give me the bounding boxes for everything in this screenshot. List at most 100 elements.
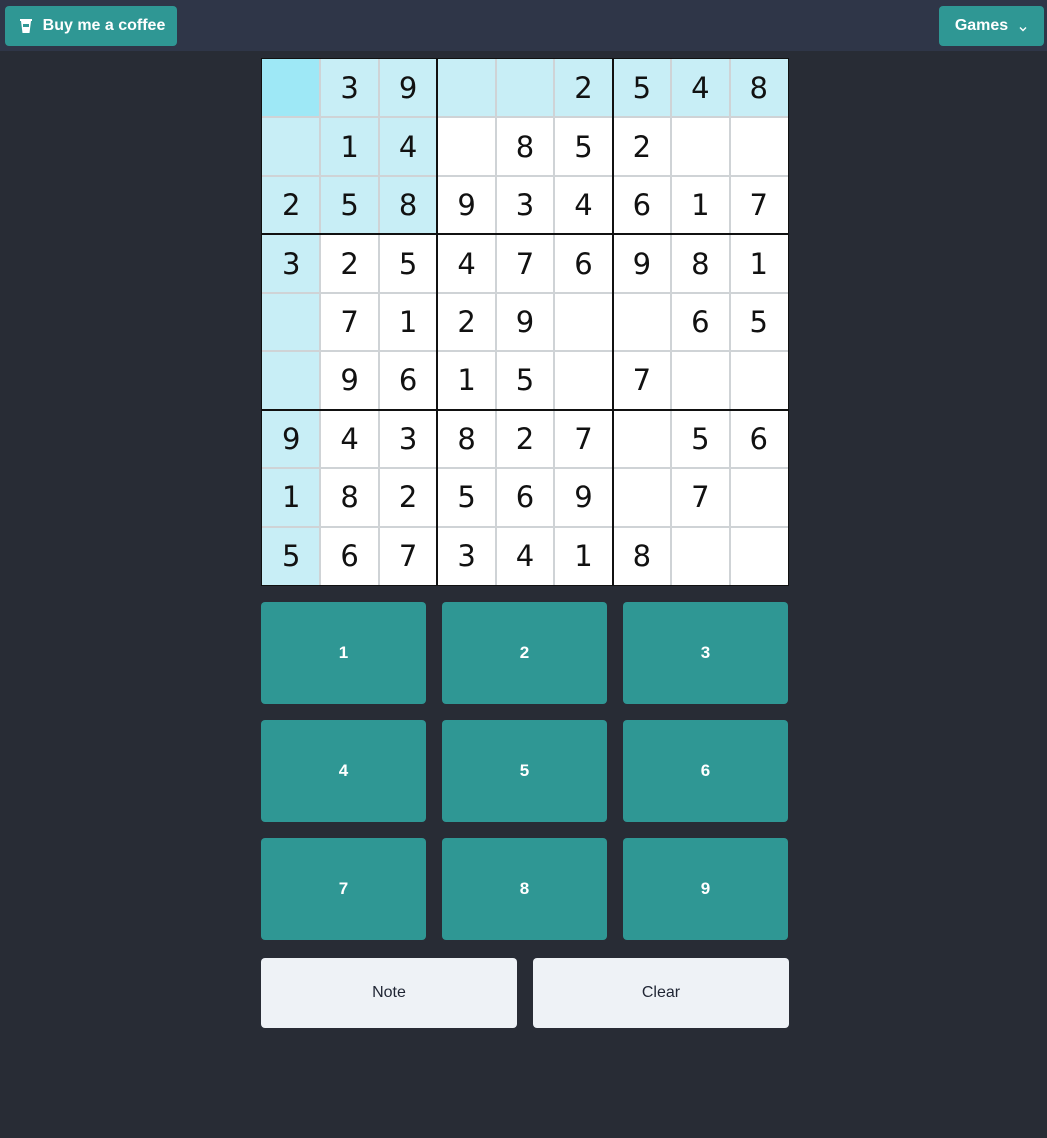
sudoku-cell[interactable] [262,292,321,352]
sudoku-cell[interactable] [554,351,612,409]
cell-divider [262,291,788,294]
sudoku-cell[interactable]: 6 [496,468,554,526]
sudoku-cell[interactable]: 9 [613,234,671,292]
sudoku-cell[interactable]: 9 [554,468,612,526]
number-button[interactable]: 8 [442,838,607,940]
number-button[interactable]: 2 [442,602,607,704]
sudoku-cell[interactable] [262,59,321,118]
sudoku-cell[interactable]: 3 [379,410,437,468]
sudoku-cell[interactable]: 5 [379,234,437,292]
sudoku-cell[interactable]: 7 [613,351,671,409]
sudoku-cell[interactable]: 8 [437,410,495,468]
sudoku-cell[interactable] [437,117,495,175]
sudoku-cell[interactable]: 7 [730,176,788,234]
sudoku-cell[interactable] [730,527,788,585]
note-button[interactable]: Note [261,958,517,1028]
sudoku-cell[interactable]: 6 [730,410,788,468]
sudoku-cell[interactable]: 4 [437,234,495,292]
sudoku-cell[interactable]: 1 [671,176,729,234]
number-button[interactable]: 4 [261,720,426,822]
sudoku-cell[interactable]: 7 [320,293,378,351]
sudoku-cell[interactable]: 8 [496,117,554,175]
sudoku-cell[interactable]: 5 [437,468,495,526]
sudoku-cell[interactable]: 7 [554,410,612,468]
sudoku-cell[interactable]: 9 [437,176,495,234]
sudoku-cell[interactable] [671,351,729,409]
sudoku-cell[interactable]: 5 [730,293,788,351]
number-button[interactable]: 3 [623,602,788,704]
sudoku-cell[interactable] [613,293,671,351]
buy-me-a-coffee-button[interactable]: Buy me a coffee [5,6,177,46]
top-bar: Buy me a coffee Games [0,0,1047,51]
sudoku-cell[interactable]: 5 [554,117,612,175]
sudoku-cell[interactable]: 2 [613,117,671,175]
cell-divider [494,59,497,585]
sudoku-cell[interactable]: 4 [378,117,438,176]
sudoku-cell[interactable]: 7 [379,527,437,585]
sudoku-cell[interactable]: 4 [320,410,378,468]
cell-divider [262,174,788,177]
sudoku-cell[interactable]: 8 [320,468,378,526]
sudoku-cell[interactable] [495,59,555,118]
sudoku-cell[interactable]: 9 [378,59,438,118]
sudoku-cell[interactable]: 6 [320,527,378,585]
sudoku-cell[interactable]: 1 [320,117,379,176]
sudoku-cell[interactable]: 5 [262,526,321,585]
sudoku-cell[interactable]: 1 [262,468,321,527]
sudoku-cell[interactable]: 3 [437,527,495,585]
sudoku-cell[interactable]: 1 [437,351,495,409]
sudoku-cell[interactable]: 3 [262,234,321,293]
sudoku-cell[interactable]: 8 [671,234,729,292]
games-menu-button[interactable]: Games [939,6,1044,46]
sudoku-cell[interactable]: 5 [320,175,379,235]
number-button[interactable]: 6 [623,720,788,822]
sudoku-cell[interactable]: 9 [320,351,378,409]
sudoku-cell[interactable]: 1 [379,293,437,351]
sudoku-cell[interactable] [730,117,788,175]
sudoku-cell[interactable]: 2 [496,410,554,468]
number-button[interactable]: 5 [442,720,607,822]
sudoku-cell[interactable]: 9 [496,293,554,351]
sudoku-cell[interactable]: 2 [320,234,378,292]
sudoku-cell[interactable] [671,117,729,175]
clear-button[interactable]: Clear [533,958,789,1028]
sudoku-cell[interactable] [613,410,671,468]
sudoku-cell[interactable]: 6 [671,293,729,351]
cell-divider [262,525,788,528]
cell-divider [262,467,788,470]
sudoku-cell[interactable] [671,527,729,585]
sudoku-cell[interactable]: 7 [671,468,729,526]
number-button[interactable]: 1 [261,602,426,704]
sudoku-cell[interactable]: 5 [612,59,672,118]
sudoku-cell[interactable] [262,351,321,410]
sudoku-cell[interactable]: 3 [496,176,554,234]
sudoku-cell[interactable]: 1 [554,527,612,585]
sudoku-cell[interactable]: 1 [730,234,788,292]
sudoku-cell[interactable]: 4 [554,176,612,234]
sudoku-cell[interactable] [554,293,612,351]
sudoku-cell[interactable] [613,468,671,526]
sudoku-cell[interactable]: 5 [671,410,729,468]
sudoku-cell[interactable]: 4 [671,59,730,118]
sudoku-cell[interactable]: 7 [496,234,554,292]
sudoku-cell[interactable] [730,468,788,526]
sudoku-cell[interactable]: 2 [437,293,495,351]
number-button[interactable]: 9 [623,838,788,940]
sudoku-cell[interactable]: 2 [262,175,321,235]
sudoku-cell[interactable]: 6 [379,351,437,409]
sudoku-cell[interactable]: 6 [613,176,671,234]
sudoku-cell[interactable]: 3 [320,59,379,118]
sudoku-cell[interactable]: 6 [554,234,612,292]
sudoku-cell[interactable] [437,59,496,118]
sudoku-cell[interactable]: 8 [729,59,788,118]
sudoku-cell[interactable]: 8 [378,175,438,235]
sudoku-cell[interactable]: 5 [496,351,554,409]
sudoku-cell[interactable] [262,117,321,176]
sudoku-cell[interactable]: 9 [262,409,321,469]
sudoku-cell[interactable]: 2 [554,59,613,118]
number-button[interactable]: 7 [261,838,426,940]
sudoku-cell[interactable]: 4 [496,527,554,585]
sudoku-cell[interactable]: 8 [613,527,671,585]
sudoku-cell[interactable] [730,351,788,409]
sudoku-cell[interactable]: 2 [379,468,437,526]
